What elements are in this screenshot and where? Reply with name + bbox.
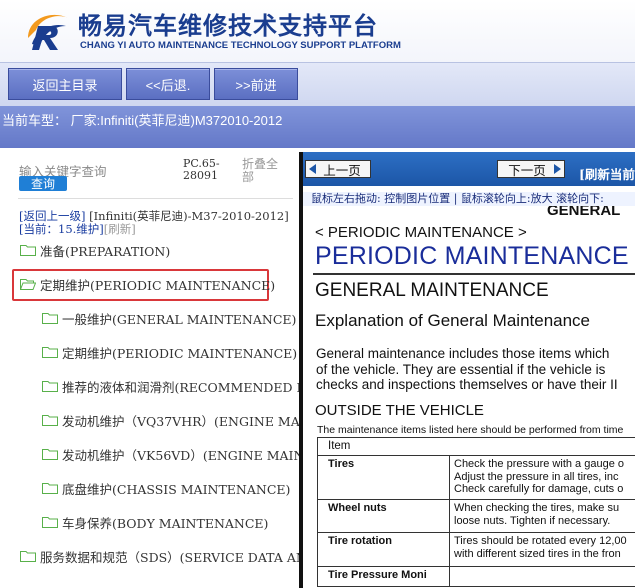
tree-item-body-maintenance[interactable]: 车身保养(BODY MAINTENANCE)	[42, 512, 268, 532]
table-row: Tire Pressure Moni	[317, 566, 635, 587]
tree-item-label: 车身保养(BODY MAINTENANCE)	[62, 515, 269, 531]
doc-subheading: Explanation of General Maintenance	[315, 311, 591, 330]
prev-page-button[interactable]: 上一页	[305, 160, 371, 178]
desc-line: When checking the tires, make su	[454, 502, 620, 514]
table-row: Wheel nuts When checking the tires, make…	[317, 499, 635, 533]
nav-toolbar: 返回主目录 <<后退. >>前进	[0, 62, 635, 106]
viewer-toolbar: 上一页 下一页 [刷新当前	[303, 152, 635, 186]
desc-line: Check the pressure with a gauge o	[454, 458, 624, 470]
doc-title: PERIODIC MAINTENANCE	[315, 242, 629, 270]
doc-paragraph-line: of the vehicle. They are essential if th…	[316, 361, 606, 377]
table-cell-item: Tires	[317, 455, 450, 500]
tree-item-engine-vq37vhr[interactable]: 发动机维护（VQ37VHR）(ENGINE MAINTENANCE)	[42, 410, 299, 430]
current-model-label: 当前车型： 厂家:Infiniti(英菲尼迪)M372010-2012	[2, 113, 283, 128]
document-page[interactable]: GENERAL < PERIODIC MAINTENANCE > PERIODI…	[303, 206, 635, 588]
app-title: 畅易汽车维修技术支持平台	[78, 12, 378, 40]
table-cell-item: Wheel nuts	[317, 499, 450, 533]
desc-line: with different sized tires in the fron	[454, 547, 621, 560]
next-page-button[interactable]: 下一页	[497, 160, 565, 178]
doc-paragraph-line: General maintenance includes those items…	[316, 346, 610, 361]
app-subtitle: CHANG YI AUTO MAINTENANCE TECHNOLOGY SUP…	[80, 40, 401, 51]
doc-section-label: < PERIODIC MAINTENANCE >	[315, 224, 527, 241]
table-header-row: Item	[317, 437, 635, 456]
breadcrumb-current: [当前：15.维护][刷新]	[19, 221, 136, 237]
tree-item-label: 一般维护(GENERAL MAINTENANCE)	[62, 311, 297, 327]
collapse-all-link[interactable]: 折叠全部	[242, 158, 282, 184]
search-button[interactable]: 查询	[19, 176, 67, 191]
maintenance-table: Item Tires Check the pressure with a gau…	[317, 437, 635, 587]
app-header: 畅易汽车维修技术支持平台 CHANG YI AUTO MAINTENANCE T…	[0, 0, 635, 62]
table-header-item: Item	[317, 437, 635, 456]
doc-note: The maintenance items listed here should…	[317, 424, 624, 436]
tree-item-preparation[interactable]: 准备(PREPARATION)	[20, 240, 170, 260]
tree-item-label: 底盘维护(CHASSIS MAINTENANCE)	[62, 481, 291, 497]
table-cell-desc: Tires should be rotated every 12,00 with…	[449, 532, 635, 567]
forward-button[interactable]: >>前进	[214, 68, 298, 100]
tree-item-label: 定期维护(PERIODIC MAINTENANCE)	[40, 277, 276, 293]
tree-item-general-maintenance[interactable]: 一般维护(GENERAL MAINTENANCE)	[42, 308, 296, 328]
doc-heading: GENERAL MAINTENANCE	[315, 280, 549, 301]
tree-item-engine-vk56vd[interactable]: 发动机维护（VK56VD）(ENGINE MAINTENANCE)	[42, 444, 299, 464]
desc-line: Tires should be rotated every 12,00	[454, 535, 627, 547]
table-cell-desc	[449, 566, 635, 587]
folder-icon	[42, 381, 58, 392]
tree-item-label: 服务数据和规范（SDS）(SERVICE DATA AND SPECIFICAT…	[40, 549, 299, 565]
folder-icon	[42, 449, 58, 460]
table-cell-item: Tire rotation	[317, 532, 450, 567]
prev-page-label: 上一页	[323, 162, 361, 178]
back-button[interactable]: <<后退.	[126, 68, 210, 100]
desc-line: Check carefully for damage, cuts o	[454, 483, 624, 495]
tree-item-label: 推荐的液体和润滑剂(RECOMMENDED FLUIDS AND LUBRICA…	[62, 379, 299, 395]
tree-panel: 查询 PC.65-28091 折叠全部 [返回上一级] [Infiniti(英菲…	[0, 152, 299, 588]
folder-icon	[42, 517, 58, 528]
doc-header-general: GENERAL	[547, 206, 621, 219]
folder-icon	[42, 347, 58, 358]
doc-divider	[313, 273, 635, 275]
tree-item-periodic-maintenance-sub[interactable]: 定期维护(PERIODIC MAINTENANCE)	[42, 342, 297, 362]
desc-line: loose nuts. Tighten if necessary.	[454, 514, 611, 527]
tree-item-label: 准备(PREPARATION)	[40, 243, 171, 259]
folder-open-icon	[20, 279, 36, 290]
tree-item-recommended-fluids[interactable]: 推荐的液体和润滑剂(RECOMMENDED FLUIDS AND LUBRICA…	[42, 376, 299, 396]
next-page-label: 下一页	[508, 162, 546, 178]
tree-item-periodic-maintenance[interactable]: 定期维护(PERIODIC MAINTENANCE)	[20, 274, 275, 294]
table-cell-item: Tire Pressure Moni	[317, 566, 450, 587]
folder-icon	[20, 245, 36, 256]
arrow-left-icon	[309, 164, 316, 174]
doc-section-heading: OUTSIDE THE VEHICLE	[315, 402, 484, 419]
table-row: Tires Check the pressure with a gauge o …	[317, 455, 635, 500]
doc-paragraph: General maintenance includes those items…	[316, 346, 618, 393]
current-model-bar: 当前车型： 厂家:Infiniti(英菲尼迪)M372010-2012	[0, 106, 635, 148]
home-button[interactable]: 返回主目录	[8, 68, 122, 100]
refresh-link[interactable]: [刷新]	[104, 222, 136, 236]
table-cell-desc: When checking the tires, make su loose n…	[449, 499, 635, 533]
document-viewer: 上一页 下一页 [刷新当前 鼠标左右拖动: 控制图片位置 | 鼠标滚轮向上:放大…	[303, 152, 635, 588]
folder-icon	[42, 415, 58, 426]
folder-icon	[42, 483, 58, 494]
tree-item-sds[interactable]: 服务数据和规范（SDS）(SERVICE DATA AND SPECIFICAT…	[20, 546, 299, 566]
table-cell-desc: Check the pressure with a gauge o Adjust…	[449, 455, 635, 500]
changyi-logo-icon	[28, 14, 68, 50]
tree-item-label: 定期维护(PERIODIC MAINTENANCE)	[62, 345, 298, 361]
tree-item-label: 发动机维护（VQ37VHR）(ENGINE MAINTENANCE)	[62, 413, 299, 429]
divider	[18, 198, 293, 199]
tree-item-label: 发动机维护（VK56VD）(ENGINE MAINTENANCE)	[62, 447, 299, 463]
pc-code-label: PC.65-28091	[183, 157, 220, 182]
folder-icon	[42, 313, 58, 324]
current-name: 维护]	[76, 222, 104, 236]
current-prefix: [当前：	[19, 222, 58, 236]
doc-paragraph-line: checks and inspections themselves or hav…	[316, 377, 618, 392]
tree-item-chassis-maintenance[interactable]: 底盘维护(CHASSIS MAINTENANCE)	[42, 478, 290, 498]
desc-line: Adjust the pressure in all tires, inc	[454, 470, 619, 483]
viewer-hint: 鼠标左右拖动: 控制图片位置 | 鼠标滚轮向上:放大 滚轮向下:	[303, 192, 635, 206]
arrow-right-icon	[554, 164, 561, 174]
current-number: 15.	[58, 222, 77, 236]
refresh-current-link[interactable]: [刷新当前	[579, 164, 635, 183]
folder-icon	[20, 551, 36, 562]
table-row: Tire rotation Tires should be rotated ev…	[317, 532, 635, 567]
